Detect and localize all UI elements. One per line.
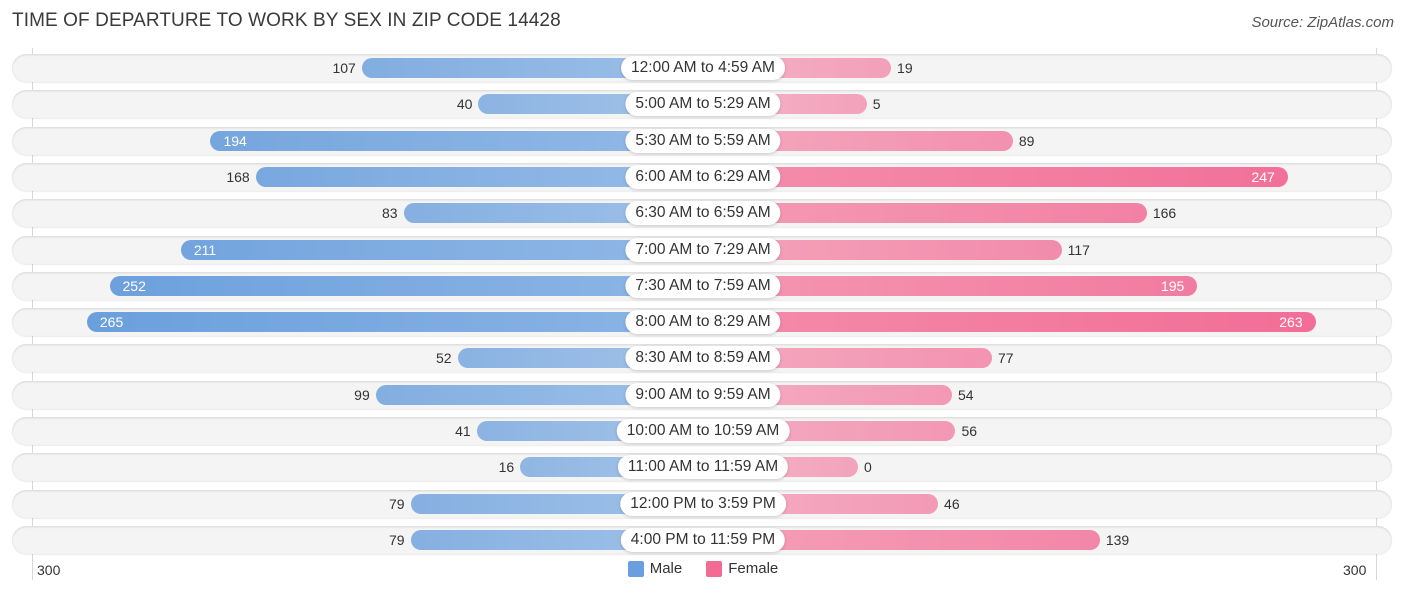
value-label-female: 195 bbox=[1160, 277, 1185, 294]
category-label: 8:30 AM to 8:59 AM bbox=[625, 346, 781, 371]
category-label: 9:00 AM to 9:59 AM bbox=[625, 382, 781, 407]
category-label: 6:30 AM to 6:59 AM bbox=[625, 201, 781, 226]
value-label-male: 252 bbox=[122, 277, 146, 294]
legend: Male Female bbox=[0, 560, 1406, 577]
value-label-female: 263 bbox=[1279, 314, 1303, 331]
value-label-male: 99 bbox=[354, 386, 370, 403]
value-label-male: 83 bbox=[382, 205, 398, 222]
value-label-male: 107 bbox=[332, 60, 356, 76]
category-label: 5:00 AM to 5:29 AM bbox=[625, 92, 781, 117]
value-label-female: 117 bbox=[1067, 241, 1090, 258]
value-label-female: 19 bbox=[897, 60, 913, 76]
category-label: 8:00 AM to 8:29 AM bbox=[625, 310, 781, 335]
bar-female bbox=[703, 166, 1288, 187]
legend-label-female: Female bbox=[728, 560, 779, 577]
category-label: 7:30 AM to 7:59 AM bbox=[625, 273, 781, 298]
category-label: 6:00 AM to 6:29 AM bbox=[625, 164, 781, 189]
value-label-female: 56 bbox=[961, 423, 978, 439]
category-label: 12:00 AM to 4:59 AM bbox=[621, 56, 785, 80]
value-label-male: 79 bbox=[388, 531, 405, 548]
value-label-female: 77 bbox=[997, 350, 1014, 367]
legend-label-male: Male bbox=[649, 560, 683, 577]
legend-swatch-female bbox=[706, 560, 723, 577]
category-label: 7:00 AM to 7:29 AM bbox=[625, 237, 781, 262]
value-label-male: 52 bbox=[435, 350, 452, 367]
value-label-female: 5 bbox=[872, 96, 881, 113]
value-label-male: 168 bbox=[226, 168, 250, 185]
bar-female bbox=[703, 312, 1316, 333]
value-label-female: 46 bbox=[944, 495, 960, 512]
value-label-female: 166 bbox=[1152, 205, 1177, 222]
chart-title: TIME OF DEPARTURE TO WORK BY SEX IN ZIP … bbox=[12, 10, 561, 31]
legend-item-male: Male bbox=[627, 560, 683, 577]
value-label-male: 211 bbox=[193, 241, 217, 258]
value-label-female: 247 bbox=[1251, 168, 1275, 185]
value-label-male: 265 bbox=[99, 314, 124, 331]
category-label: 12:00 PM to 3:59 PM bbox=[620, 491, 786, 516]
category-label: 4:00 PM to 11:59 PM bbox=[620, 527, 786, 552]
category-label: 10:00 AM to 10:59 AM bbox=[616, 419, 790, 443]
legend-item-female: Female bbox=[706, 560, 778, 577]
category-label: 11:00 AM to 11:59 AM bbox=[617, 455, 789, 480]
value-label-male: 16 bbox=[498, 459, 515, 476]
bar-male bbox=[109, 275, 703, 296]
value-label-female: 89 bbox=[1018, 132, 1035, 149]
value-label-male: 41 bbox=[455, 423, 471, 439]
category-label: 5:30 AM to 5:59 AM bbox=[625, 128, 781, 153]
value-label-female: 0 bbox=[864, 459, 872, 476]
value-label-female: 54 bbox=[957, 386, 974, 403]
legend-swatch-male bbox=[627, 560, 644, 577]
value-label-male: 79 bbox=[388, 495, 405, 512]
value-label-male: 194 bbox=[223, 132, 247, 149]
value-label-male: 40 bbox=[456, 96, 473, 113]
bar-male bbox=[86, 312, 703, 333]
value-label-female: 139 bbox=[1105, 531, 1130, 548]
source-label: Source: ZipAtlas.com bbox=[1251, 14, 1394, 31]
